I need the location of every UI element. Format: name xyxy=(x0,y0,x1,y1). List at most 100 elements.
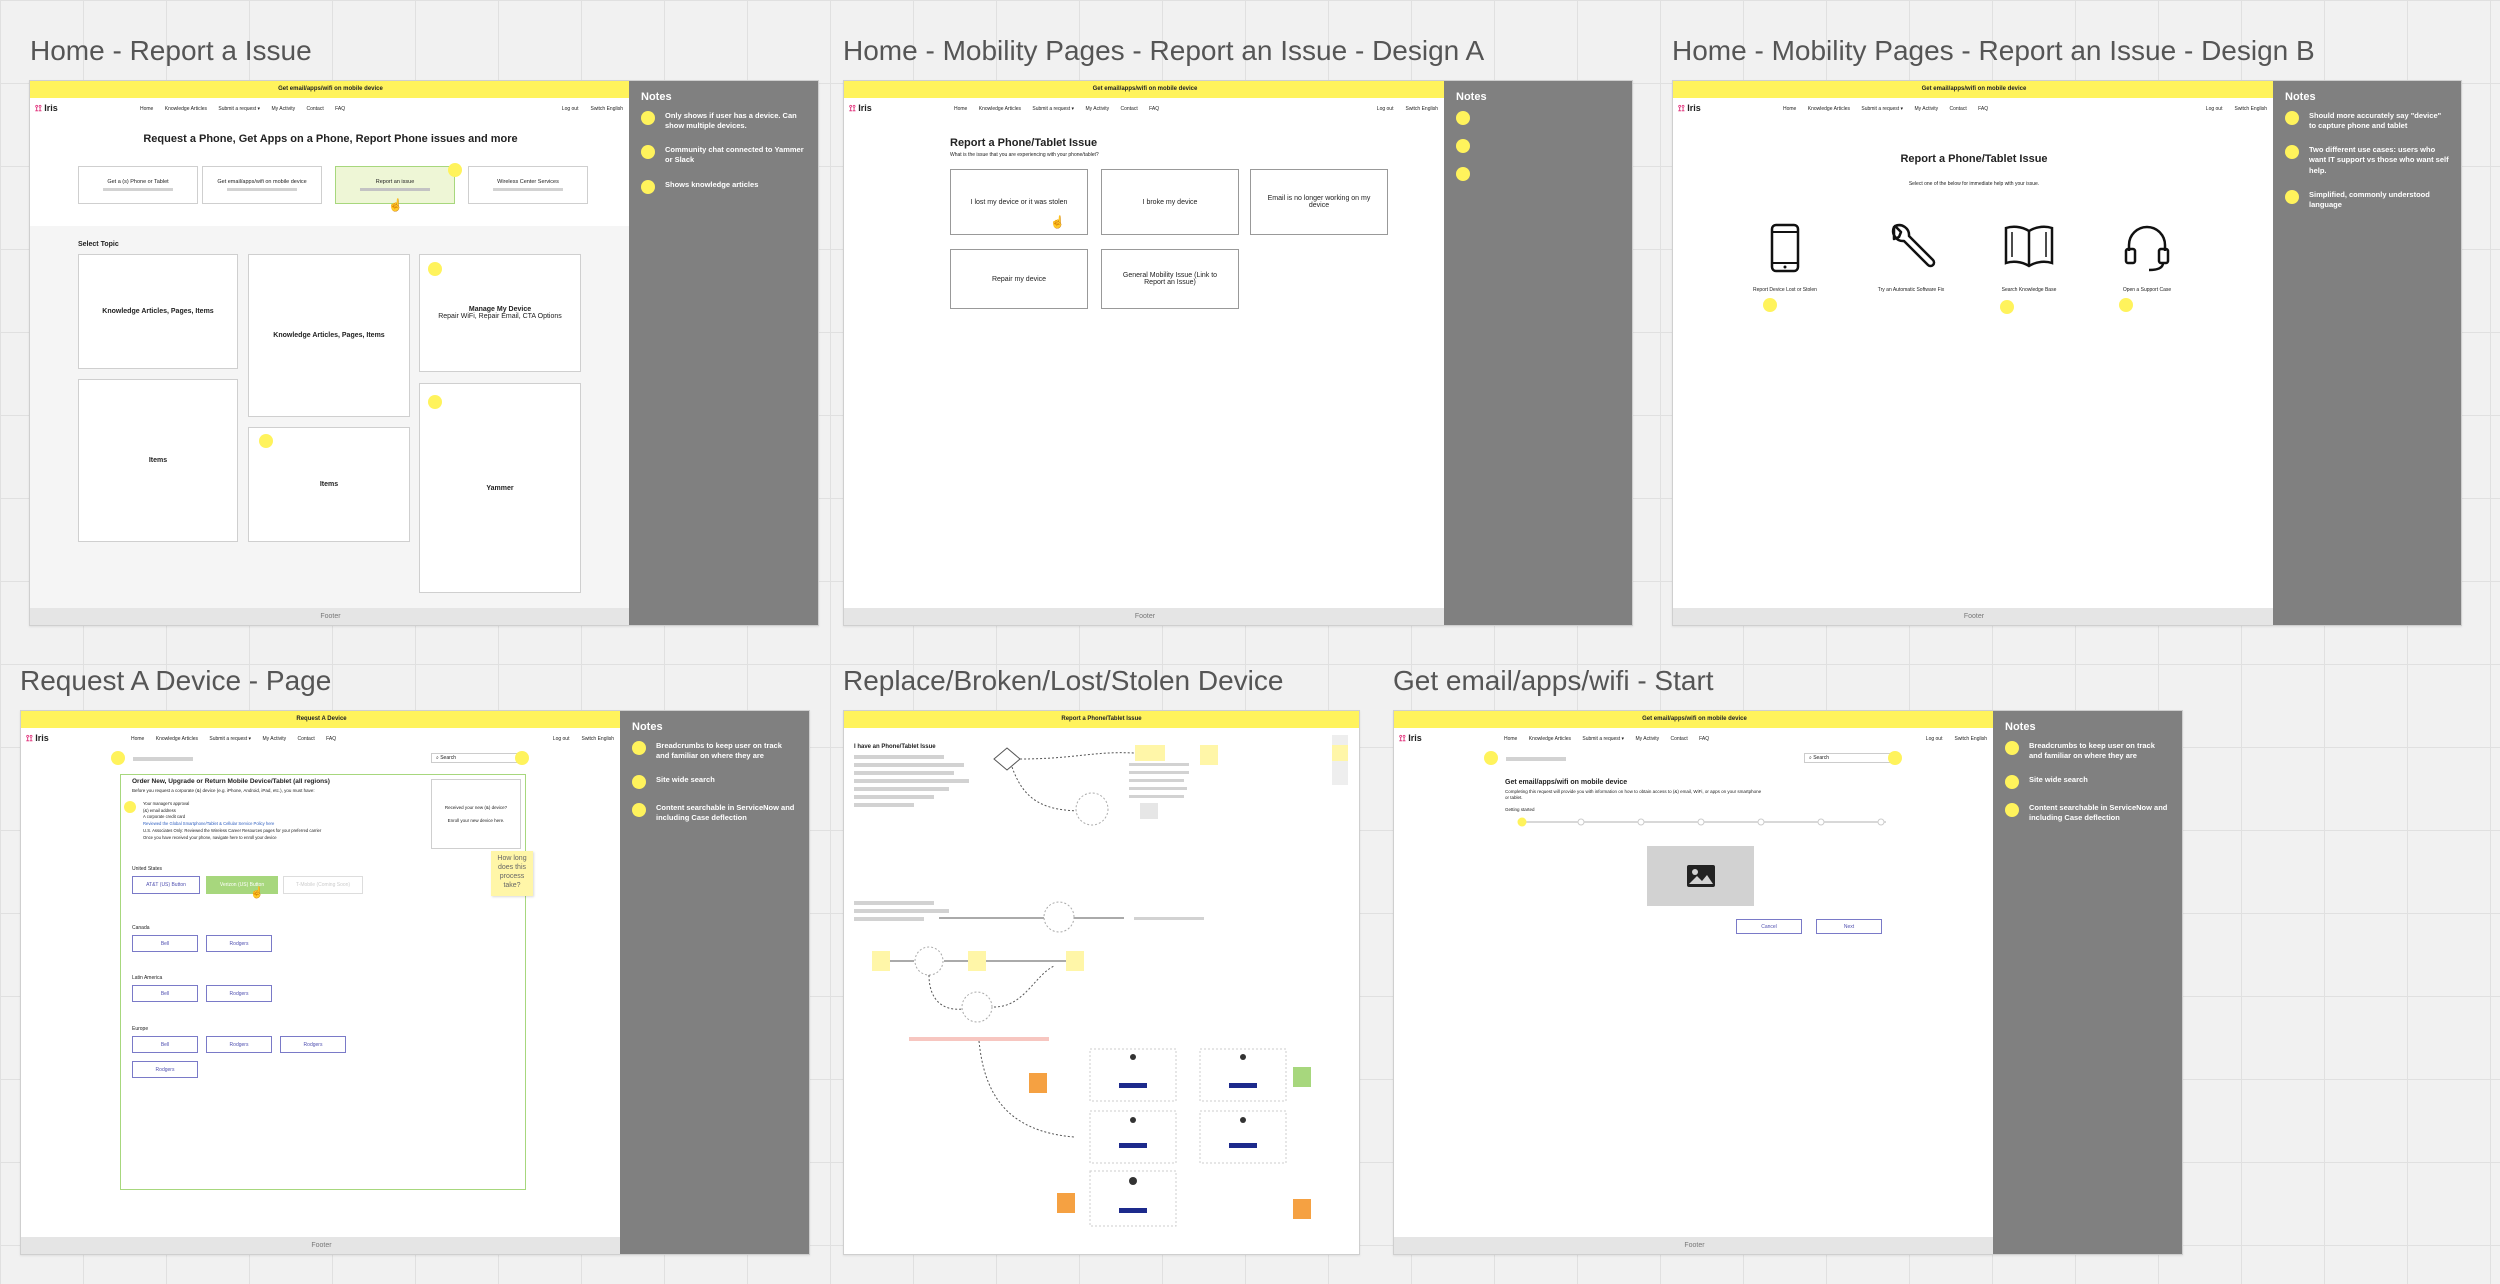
nav-submit[interactable]: Submit a request ▾ xyxy=(218,106,260,112)
nav-language[interactable]: Switch English xyxy=(581,736,614,742)
rodgers-button[interactable]: Rodgers xyxy=(206,985,272,1002)
nav-contact[interactable]: Contact xyxy=(1120,106,1137,112)
logo[interactable]: ⟟⟟ Iris xyxy=(1678,103,1701,114)
search-input[interactable]: ⌕ Search xyxy=(1804,753,1894,763)
nav-home[interactable]: Home xyxy=(140,106,153,112)
nav-contact[interactable]: Contact xyxy=(297,736,314,742)
nav-activity[interactable]: My Activity xyxy=(271,106,295,112)
nav-contact[interactable]: Contact xyxy=(1949,106,1966,112)
frame-title-get-email: Get email/apps/wifi - Start xyxy=(1393,665,1714,696)
note-item: Site wide search xyxy=(632,775,797,790)
note-item: Two different use cases: users who want … xyxy=(2285,145,2449,175)
breadcrumb[interactable] xyxy=(1506,757,1566,761)
nav-faq[interactable]: FAQ xyxy=(1978,106,1988,112)
verizon-button[interactable]: Verizon (US) Button xyxy=(206,876,278,894)
bell-button[interactable]: Bell xyxy=(132,1036,198,1053)
sticky-note xyxy=(259,434,273,448)
rodgers-button[interactable]: Rodgers xyxy=(132,1061,198,1078)
nav-knowledge[interactable]: Knowledge Articles xyxy=(1529,736,1571,742)
option-lost-stolen[interactable]: I lost my device or it was stolen xyxy=(950,169,1088,235)
nav-submit[interactable]: Submit a request ▾ xyxy=(1582,736,1624,742)
option-repair[interactable]: Repair my device xyxy=(950,249,1088,309)
nav-submit[interactable]: Submit a request ▾ xyxy=(1032,106,1074,112)
sticky-note xyxy=(2119,298,2133,312)
top-banner[interactable]: Request A Device xyxy=(21,711,622,728)
note-item xyxy=(1456,139,1620,153)
option-email[interactable]: Email is no longer working on my device xyxy=(1250,169,1388,235)
nav-faq[interactable]: FAQ xyxy=(1699,736,1709,742)
note-item: Content searchable in ServiceNow and inc… xyxy=(632,803,797,823)
nav-activity[interactable]: My Activity xyxy=(1085,106,1109,112)
nav-knowledge[interactable]: Knowledge Articles xyxy=(979,106,1021,112)
rodgers-button[interactable]: Rodgers xyxy=(280,1036,346,1053)
nav-logout[interactable]: Log out xyxy=(2206,106,2223,112)
nav-logout[interactable]: Log out xyxy=(553,736,570,742)
tile-knowledge-2[interactable]: Knowledge Articles, Pages, Items xyxy=(248,254,410,417)
nav-submit[interactable]: Submit a request ▾ xyxy=(209,736,251,742)
nav-knowledge[interactable]: Knowledge Articles xyxy=(1808,106,1850,112)
nav-logout[interactable]: Log out xyxy=(562,106,579,112)
tile-yammer[interactable]: Yammer xyxy=(419,383,581,593)
option-get-email[interactable]: Get email/apps/wifi on mobile device xyxy=(202,166,322,204)
nav-contact[interactable]: Contact xyxy=(1670,736,1687,742)
nav-activity[interactable]: My Activity xyxy=(1914,106,1938,112)
note-item: Breadcrumbs to keep user on track and fa… xyxy=(632,741,797,761)
nav-language[interactable]: Switch English xyxy=(2234,106,2267,112)
order-intro: Before you request a corporate (&) devic… xyxy=(132,788,315,793)
board-design-a: Get email/apps/wifi on mobile device ⟟⟟ … xyxy=(843,80,1633,626)
nav-home[interactable]: Home xyxy=(1504,736,1517,742)
nav-home[interactable]: Home xyxy=(954,106,967,112)
nav-faq[interactable]: FAQ xyxy=(1149,106,1159,112)
tile-knowledge-1[interactable]: Knowledge Articles, Pages, Items xyxy=(78,254,238,369)
cancel-button[interactable]: Cancel xyxy=(1736,919,1802,934)
frame-title-request-device: Request A Device - Page xyxy=(20,665,332,696)
option-get-phone[interactable]: Get a (s) Phone or Tablet xyxy=(78,166,198,204)
logo[interactable]: ⟟⟟ Iris xyxy=(35,103,58,114)
nav-home[interactable]: Home xyxy=(1783,106,1796,112)
tooltip-note: How long does this process take? xyxy=(491,851,533,896)
frame-title-replace: Replace/Broken/Lost/Stolen Device xyxy=(843,665,1284,696)
tile-items-1[interactable]: Items xyxy=(78,379,238,542)
option-general[interactable]: General Mobility Issue (Link to Report a… xyxy=(1101,249,1239,309)
top-banner[interactable]: Get email/apps/wifi on mobile device xyxy=(844,81,1446,98)
tile-manage-device[interactable]: Manage My Device Repair WiFi, Repair Emai… xyxy=(419,254,581,372)
logo[interactable]: ⟟⟟ Iris xyxy=(849,103,872,114)
next-button[interactable]: Next xyxy=(1816,919,1882,934)
phone-icon xyxy=(1770,223,1800,273)
nav-home[interactable]: Home xyxy=(131,736,144,742)
nav-contact[interactable]: Contact xyxy=(306,106,323,112)
nav-faq[interactable]: FAQ xyxy=(335,106,345,112)
bell-button[interactable]: Bell xyxy=(132,935,198,952)
nav-language[interactable]: Switch English xyxy=(590,106,623,112)
page-heading: Get email/apps/wifi on mobile device xyxy=(1505,779,1628,786)
breadcrumb[interactable] xyxy=(133,757,193,761)
option-wireless[interactable]: Wireless Center Services xyxy=(468,166,588,204)
top-banner[interactable]: Get email/apps/wifi on mobile device xyxy=(1394,711,1995,728)
nav-activity[interactable]: My Activity xyxy=(262,736,286,742)
nav-faq[interactable]: FAQ xyxy=(326,736,336,742)
top-banner[interactable]: Get email/apps/wifi on mobile device xyxy=(1673,81,2275,98)
att-button[interactable]: AT&T (US) Button xyxy=(132,876,200,894)
logo[interactable]: ⟟⟟ Iris xyxy=(1399,733,1422,744)
rodgers-button[interactable]: Rodgers xyxy=(206,1036,272,1053)
logo[interactable]: ⟟⟟ Iris xyxy=(26,733,49,744)
top-banner[interactable]: Get email/apps/wifi on mobile device xyxy=(30,81,631,98)
nav-logout[interactable]: Log out xyxy=(1926,736,1943,742)
bell-button[interactable]: Bell xyxy=(132,985,198,1002)
search-input[interactable]: ⌕ Search xyxy=(431,753,521,763)
nav-submit[interactable]: Submit a request ▾ xyxy=(1861,106,1903,112)
hand-cursor-icon: ☝ xyxy=(1050,215,1065,229)
enroll-card[interactable]: Received your new (&) device? Enroll your… xyxy=(431,779,521,849)
nav-language[interactable]: Switch English xyxy=(1954,736,1987,742)
rodgers-button[interactable]: Rodgers xyxy=(206,935,272,952)
nav-language[interactable]: Switch English xyxy=(1405,106,1438,112)
nav-knowledge[interactable]: Knowledge Articles xyxy=(165,106,207,112)
option-broke[interactable]: I broke my device xyxy=(1101,169,1239,235)
footer: Footer xyxy=(1394,1237,1995,1254)
nav-activity[interactable]: My Activity xyxy=(1635,736,1659,742)
nav-knowledge[interactable]: Knowledge Articles xyxy=(156,736,198,742)
region-label: Canada xyxy=(132,925,150,931)
region-label: Latin America xyxy=(132,975,163,981)
nav-logout[interactable]: Log out xyxy=(1377,106,1394,112)
tile-items-2[interactable]: Items xyxy=(248,427,410,542)
